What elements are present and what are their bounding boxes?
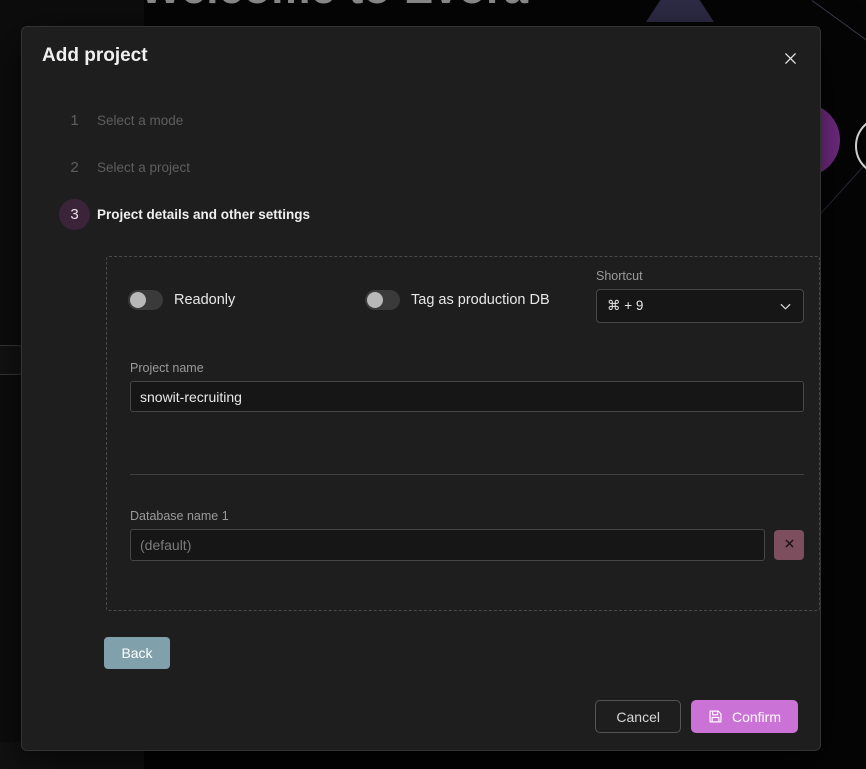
- step-label: Select a project: [97, 160, 191, 175]
- chevron-down-icon: [778, 299, 793, 314]
- step-index: 2: [70, 159, 79, 176]
- step-label: Select a mode: [97, 113, 184, 128]
- close-icon: [783, 51, 798, 66]
- readonly-toggle-group: Readonly: [128, 290, 235, 310]
- back-button[interactable]: Back: [104, 637, 170, 669]
- shortcut-select[interactable]: ⌘ + 9: [596, 289, 804, 323]
- step-index-active: 3: [59, 199, 90, 230]
- close-button[interactable]: [775, 43, 805, 73]
- step-label: Project details and other settings: [97, 207, 311, 222]
- shortcut-field: Shortcut ⌘ + 9: [596, 269, 804, 323]
- remove-database-button[interactable]: [774, 530, 804, 560]
- step-select-a-mode[interactable]: 1 Select a mode: [22, 97, 820, 144]
- background-triangle-shape: [646, 0, 714, 22]
- database-name-row: [130, 529, 804, 561]
- production-db-toggle-label: Tag as production DB: [411, 292, 550, 308]
- project-name-field: Project name: [130, 361, 804, 412]
- readonly-toggle[interactable]: [128, 290, 163, 310]
- production-db-toggle-group: Tag as production DB: [365, 290, 550, 310]
- background-hero-title: Welcome to Evora: [140, 0, 529, 14]
- save-icon: [708, 709, 723, 724]
- database-name-label: Database name 1: [130, 509, 229, 523]
- panel-divider: [130, 474, 804, 475]
- project-name-label: Project name: [130, 361, 204, 375]
- readonly-toggle-label: Readonly: [174, 292, 236, 308]
- toggle-knob: [367, 292, 383, 308]
- toggle-knob: [130, 292, 146, 308]
- production-db-toggle[interactable]: [365, 290, 400, 310]
- project-name-input[interactable]: [130, 381, 804, 412]
- database-name-field: Database name 1: [130, 509, 804, 561]
- stepper: 1 Select a mode 2 Select a project 3 Pro…: [22, 97, 820, 238]
- toggles-row: Readonly Tag as production DB Shortcut ⌘…: [107, 257, 819, 345]
- project-settings-panel: Readonly Tag as production DB Shortcut ⌘…: [106, 256, 820, 611]
- step-project-details[interactable]: 3 Project details and other settings: [22, 191, 820, 238]
- confirm-button[interactable]: Confirm: [690, 700, 798, 733]
- shortcut-selected-value: ⌘ + 9: [607, 298, 644, 313]
- close-icon: [783, 537, 796, 553]
- step-index: 1: [70, 112, 79, 129]
- page-title: Add project: [42, 45, 148, 66]
- dialog-header: Add project: [22, 27, 820, 89]
- step-select-a-project[interactable]: 2 Select a project: [22, 144, 820, 191]
- database-name-input[interactable]: [130, 529, 765, 561]
- confirm-button-label: Confirm: [731, 708, 781, 725]
- dialog-footer: Cancel Confirm: [595, 700, 798, 733]
- shortcut-label: Shortcut: [596, 269, 643, 283]
- cancel-button[interactable]: Cancel: [595, 700, 681, 733]
- background-left-card: [0, 345, 22, 375]
- add-project-dialog: Add project 1 Select a mode 2 Select a p…: [21, 26, 821, 751]
